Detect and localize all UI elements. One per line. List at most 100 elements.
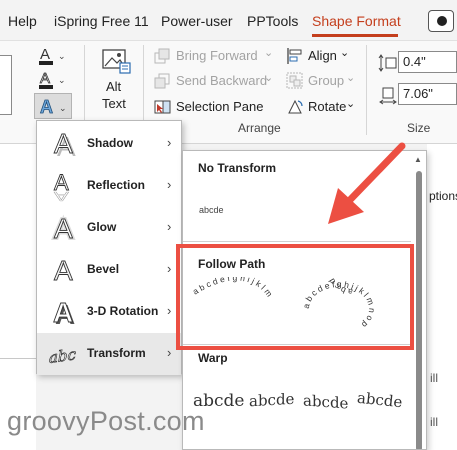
menu-item-label: 3-D Rotation (87, 304, 159, 318)
bring-forward-button[interactable]: Bring Forward ⌄ (154, 46, 274, 66)
group-button[interactable]: Group ⌄ (286, 71, 356, 91)
group-label: Group (308, 73, 345, 88)
send-backward-icon (154, 73, 170, 89)
send-backward-button[interactable]: Send Backward ⌄ (154, 71, 274, 91)
menu-item-3d-rotation[interactable]: A A 3-D Rotation › (37, 291, 181, 333)
align-label: Align (308, 48, 337, 63)
chevron-right-icon: › (167, 135, 172, 150)
slide-area (0, 144, 36, 450)
svg-text:A: A (40, 70, 50, 87)
menu-bar: Help iSpring Free 11 Power-user PPTools … (0, 0, 457, 40)
svg-text:A: A (53, 297, 73, 328)
svg-text:⌄: ⌄ (59, 103, 67, 113)
chevron-down-icon: ⌄ (264, 47, 274, 59)
annotation-arrow-icon (328, 142, 406, 224)
menu-item-label: Bevel (87, 262, 120, 276)
scroll-thumb[interactable] (416, 171, 422, 449)
shape-width-input[interactable]: 7.06" (398, 83, 457, 105)
shape-height-input[interactable]: 0.4" (398, 51, 457, 73)
text-fill-button[interactable]: A ⌄ (38, 45, 68, 67)
size-group-label: Size (407, 121, 431, 135)
divider (183, 241, 411, 242)
alt-text-icon (102, 49, 131, 74)
highlight-box (176, 244, 414, 350)
chevron-right-icon: › (167, 345, 172, 360)
chevron-down-icon: ⌄ (346, 98, 356, 110)
menu-item-transform[interactable]: abc Transform › (37, 333, 181, 375)
rotate-label: Rotate (308, 99, 347, 114)
chevron-down-icon: ⌄ (346, 72, 356, 84)
chevron-right-icon: › (167, 261, 172, 276)
no-transform-option[interactable]: abcde (199, 205, 224, 215)
tab-shape-format[interactable]: Shape Format (312, 13, 401, 29)
alt-text-label-1: Alt (106, 79, 122, 94)
align-button[interactable]: Align ⌄ (286, 46, 352, 66)
warp-option-2[interactable]: abcde (249, 390, 294, 410)
warp-heading: Warp (198, 351, 228, 365)
text-outline-icon: A ⌄ (39, 70, 66, 89)
svg-text:A: A (54, 128, 73, 159)
menu-item-label: Transform (87, 346, 146, 360)
separator (366, 45, 367, 135)
chevron-right-icon: › (167, 219, 172, 234)
glow-a-icon: A A (52, 211, 75, 246)
no-transform-heading: No Transform (198, 161, 277, 175)
bring-forward-label: Bring Forward (176, 48, 258, 63)
selection-pane-label: Selection Pane (176, 99, 264, 114)
align-icon (287, 48, 302, 64)
chevron-right-icon: › (167, 303, 172, 318)
chevron-down-icon: ⌄ (340, 47, 350, 59)
tab-ispring[interactable]: iSpring Free 11 (54, 13, 149, 29)
menu-item-label: Shadow (87, 136, 134, 150)
svg-text:A: A (54, 255, 73, 286)
selection-pane-icon (154, 100, 171, 114)
watermark: groovyPost.com (7, 406, 205, 436)
transform-abc-icon: abc (49, 345, 77, 367)
svg-text:A: A (54, 213, 73, 244)
tab-pptools[interactable]: PPTools (247, 13, 298, 29)
text-effects-menu: A A Shadow › A A Reflection › A A Glow ›… (36, 120, 182, 375)
warp-option-3[interactable]: abcde (303, 391, 348, 412)
alt-text-button[interactable]: Alt Text (96, 47, 136, 119)
fill-fragment-2: ill (430, 415, 438, 429)
text-fill-icon: A ⌄ (39, 46, 66, 65)
bevel-a-icon: A (54, 255, 74, 287)
chevron-right-icon: › (167, 177, 172, 192)
menu-item-reflection[interactable]: A A Reflection › (37, 165, 181, 207)
svg-text:⌄: ⌄ (58, 51, 66, 61)
svg-text:A: A (40, 46, 50, 63)
tab-help[interactable]: Help (8, 13, 37, 29)
shadow-a-icon: A A (54, 128, 76, 162)
rotate-icon (288, 99, 303, 114)
send-backward-label: Send Backward (176, 73, 268, 88)
3d-rotation-a-icon: A A (53, 297, 76, 330)
group-icon (286, 72, 303, 89)
format-pane-strip: ptions ill ill (427, 144, 457, 450)
partial-control[interactable] (0, 55, 12, 115)
svg-text:A: A (54, 189, 70, 204)
text-outline-button[interactable]: A ⌄ (38, 69, 68, 91)
svg-text:A: A (40, 97, 53, 117)
record-button[interactable] (428, 10, 454, 32)
menu-item-glow[interactable]: A A Glow › (37, 207, 181, 249)
shape-width-icon (379, 87, 397, 105)
active-tab-indicator (312, 34, 398, 37)
scroll-up-icon[interactable]: ▲ (414, 155, 422, 164)
menu-item-shadow[interactable]: A A Shadow › (37, 123, 181, 165)
fill-fragment: ill (430, 371, 438, 385)
menu-item-label: Glow (87, 220, 117, 234)
menu-item-label: Reflection (87, 178, 146, 192)
rotate-button[interactable]: Rotate ⌄ (286, 97, 356, 117)
svg-text:⌄: ⌄ (58, 75, 66, 85)
options-fragment: ptions (429, 189, 457, 203)
arrange-group-label: Arrange (238, 121, 281, 135)
warp-option-4[interactable]: abcde (356, 389, 403, 412)
text-effects-button[interactable]: A ⌄ (34, 93, 72, 119)
tab-power-user[interactable]: Power-user (161, 13, 233, 29)
slide-divider (0, 358, 36, 359)
selection-pane-button[interactable]: Selection Pane (154, 97, 264, 117)
svg-text:abc: abc (49, 345, 76, 367)
chevron-down-icon: ⌄ (264, 72, 274, 84)
text-effects-icon: A ⌄ (40, 97, 67, 118)
menu-item-bevel[interactable]: A Bevel › (37, 249, 181, 291)
